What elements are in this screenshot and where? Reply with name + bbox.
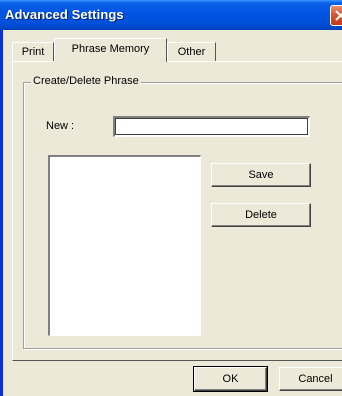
close-button[interactable] bbox=[330, 5, 342, 26]
save-button[interactable]: Save bbox=[211, 163, 311, 187]
window-border bbox=[0, 30, 3, 396]
cancel-button[interactable]: Cancel bbox=[279, 367, 342, 391]
new-phrase-input[interactable] bbox=[113, 116, 310, 137]
tab-phrase-memory[interactable]: Phrase Memory bbox=[54, 38, 167, 62]
phrase-list[interactable] bbox=[48, 155, 201, 336]
ok-button[interactable]: OK bbox=[193, 366, 268, 392]
delete-button[interactable]: Delete bbox=[211, 203, 311, 227]
window-title: Advanced Settings bbox=[5, 7, 124, 22]
title-bar[interactable]: Advanced Settings bbox=[0, 0, 342, 30]
close-icon bbox=[335, 10, 342, 21]
group-label: Create/Delete Phrase bbox=[31, 75, 141, 87]
advanced-settings-dialog: Advanced Settings Print Phrase Memory Ot… bbox=[0, 0, 342, 396]
tab-print[interactable]: Print bbox=[12, 42, 54, 61]
tab-other[interactable]: Other bbox=[167, 42, 216, 61]
new-phrase-label: New : bbox=[46, 120, 75, 132]
